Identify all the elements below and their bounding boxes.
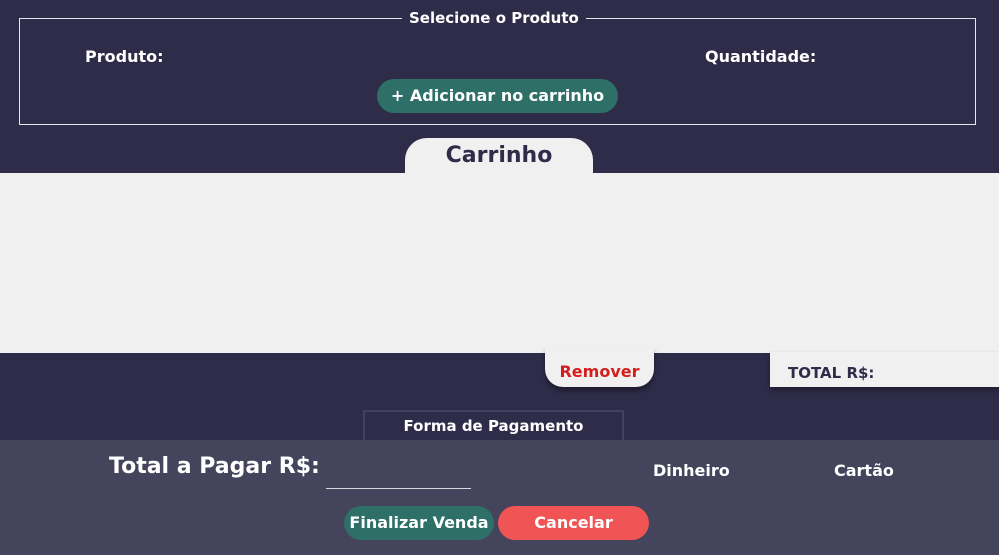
product-label: Produto: xyxy=(85,47,164,66)
total-to-pay-input[interactable] xyxy=(326,455,471,489)
product-selection-legend: Selecione o Produto xyxy=(402,6,586,30)
finalize-sale-button[interactable]: Finalizar Venda xyxy=(344,506,494,540)
total-to-pay-label: Total a Pagar R$: xyxy=(109,454,320,479)
remove-item-button[interactable]: Remover xyxy=(545,347,654,387)
cart-total-label: TOTAL R$: xyxy=(770,352,999,387)
payment-option-card[interactable]: Cartão xyxy=(834,461,894,480)
payment-method-title: Forma de Pagamento xyxy=(363,410,624,440)
cart-title: Carrinho xyxy=(405,138,593,178)
payment-option-cash[interactable]: Dinheiro xyxy=(653,461,730,480)
quantity-label: Quantidade: xyxy=(705,47,817,66)
cancel-button[interactable]: Cancelar xyxy=(498,506,649,540)
add-to-cart-button[interactable]: + Adicionar no carrinho xyxy=(377,79,618,113)
cart-list[interactable] xyxy=(0,173,999,353)
